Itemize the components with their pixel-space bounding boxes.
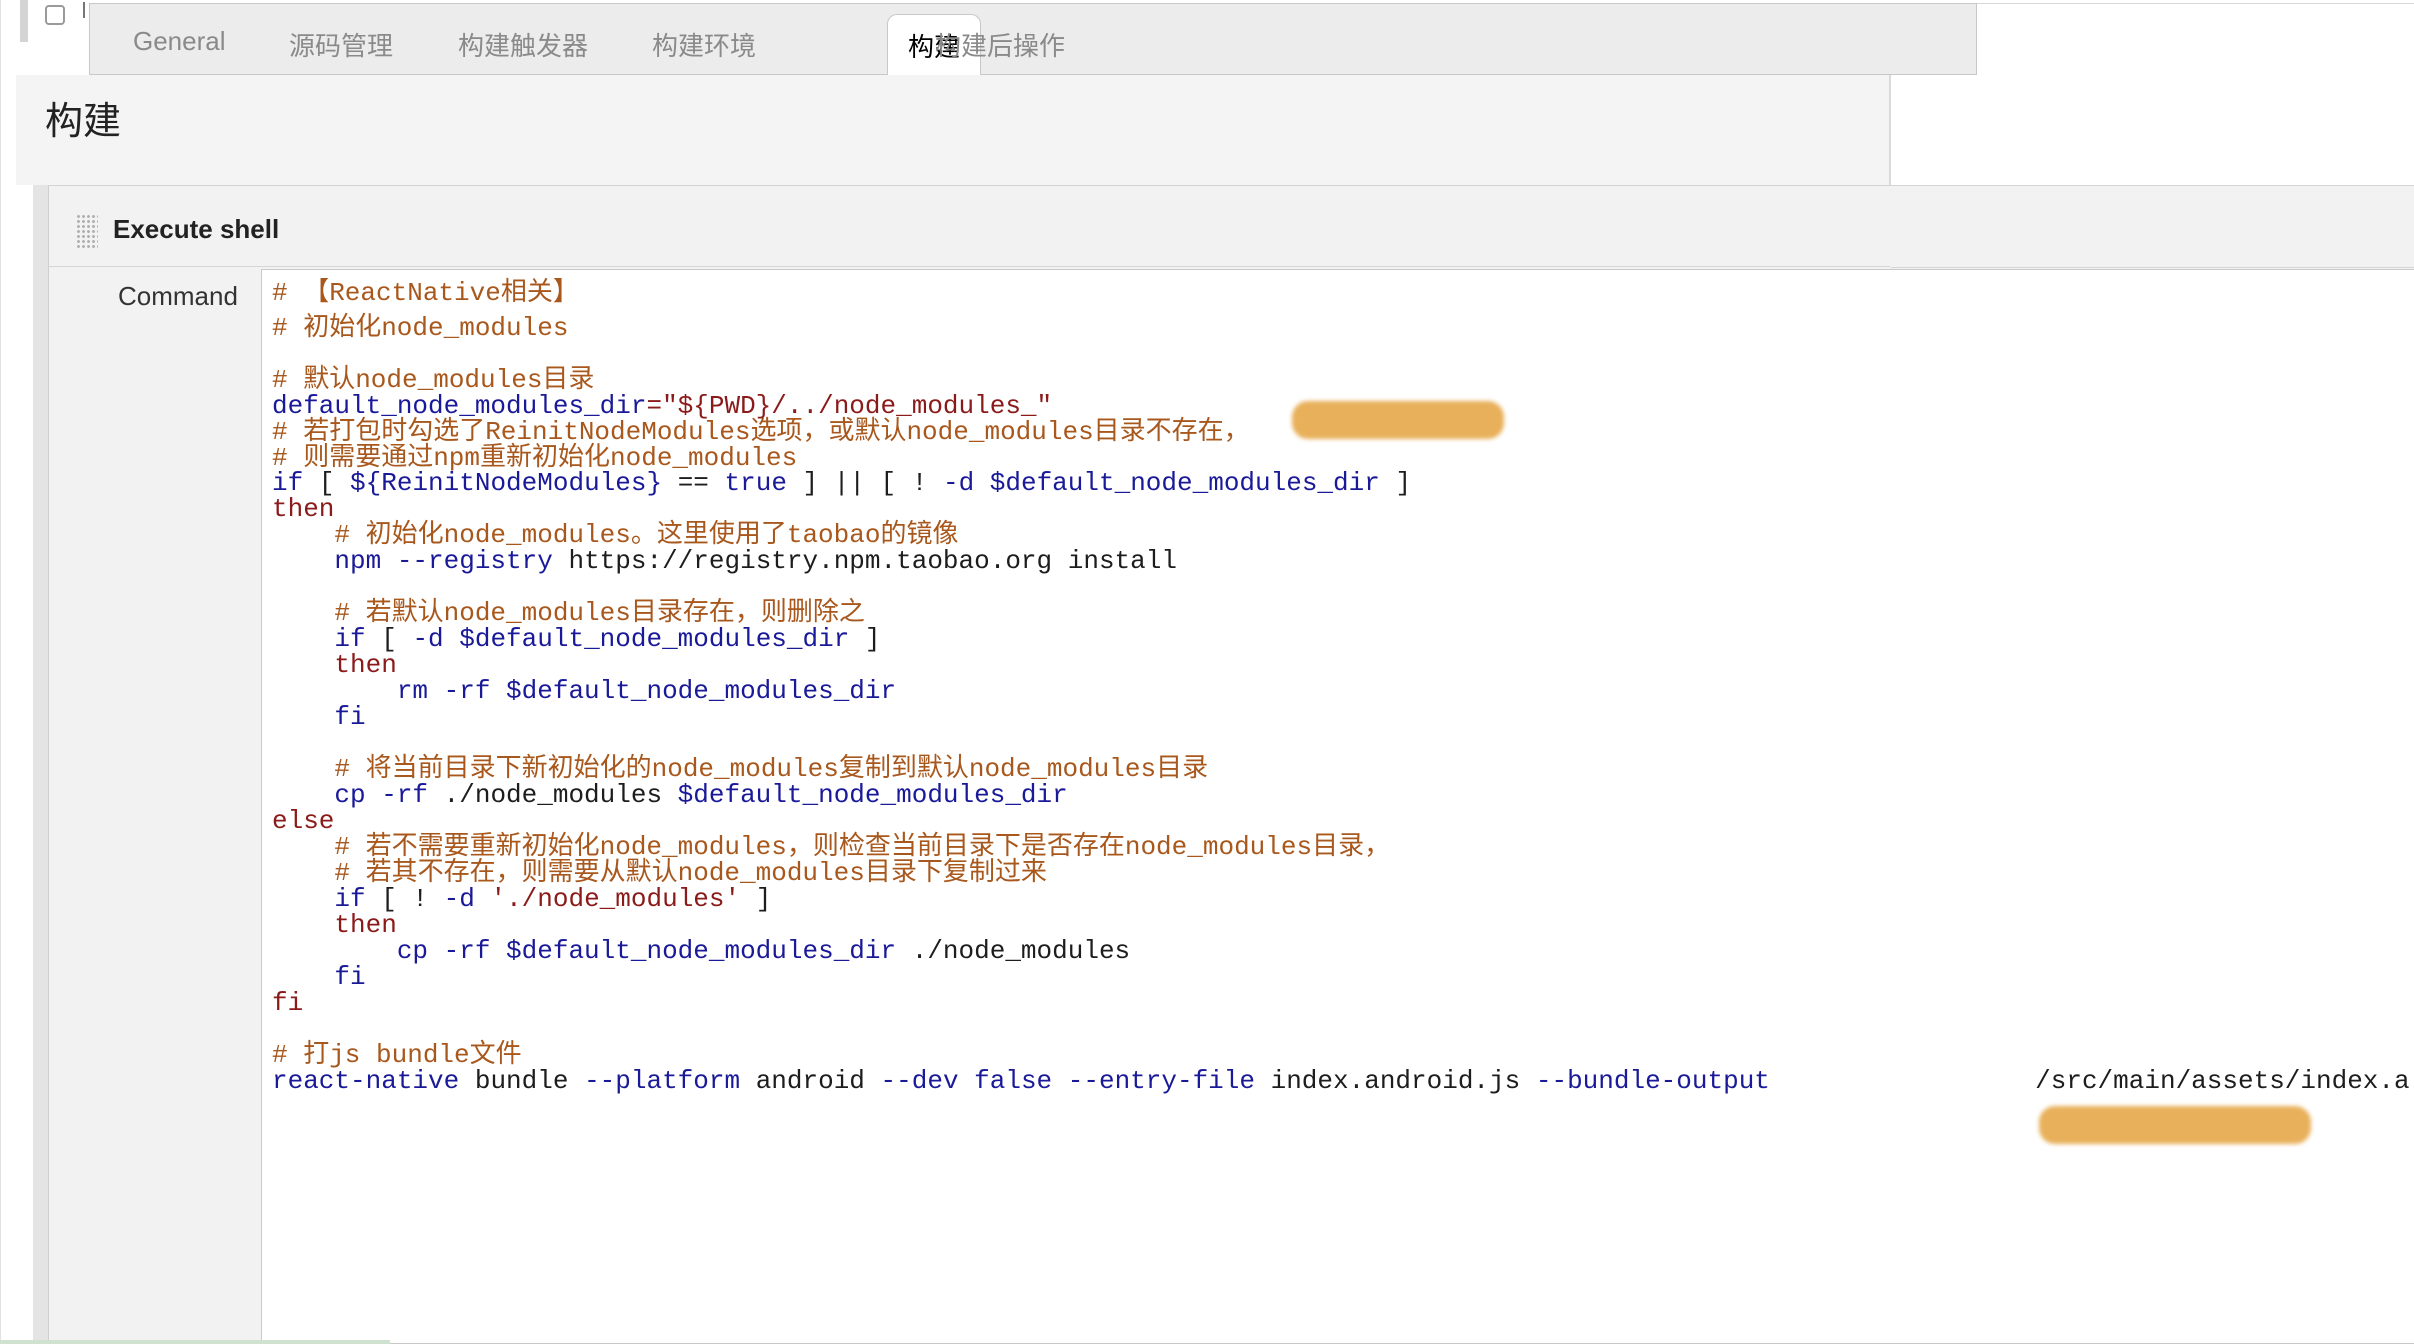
code-token: # 将当前目录下新初始化的node_modules复制到默认node_modul… [272, 754, 1209, 784]
row-checkbox[interactable] [45, 5, 65, 25]
redacted-path [1292, 401, 1504, 439]
code-line: then [272, 910, 397, 940]
code-line: if [ ${ReinitNodeModules} == true ] || [… [272, 470, 1411, 496]
code-token: # 初始化node_modules。这里使用了taobao的镜像 [272, 520, 959, 550]
code-token: index.android.js [1255, 1066, 1536, 1096]
code-token: fi [272, 962, 366, 992]
tab-build-triggers[interactable]: 构建触发器 [458, 26, 588, 63]
row-gutter [20, 0, 28, 42]
code-token: ] [740, 884, 772, 914]
code-token: $default_node_modules_dir [677, 780, 1068, 810]
code-token: then [272, 650, 397, 680]
header-divider [1891, 267, 2414, 268]
code-token: [ ! [365, 884, 444, 914]
code-token: cp -rf $default_node_modules_dir [272, 936, 897, 966]
code-token: https://registry.npm.taobao.org install [552, 546, 1177, 576]
tab-build-environment[interactable]: 构建环境 [652, 26, 756, 63]
code-token: [ [365, 624, 413, 654]
config-tab-bar: General 源码管理 构建触发器 构建环境 构建 构建后操作 [89, 3, 1977, 78]
code-line: # 若打包时勾选了ReinitNodeModules选项，或默认node_mod… [272, 419, 1250, 445]
code-token: " [1036, 391, 1053, 421]
code-line: # 初始化node_modules。这里使用了taobao的镜像 [272, 522, 958, 548]
drag-handle-icon[interactable] [76, 214, 98, 248]
bottom-edge [0, 1340, 390, 1344]
code-token: fi [272, 988, 304, 1018]
code-token: cp -rf [272, 780, 429, 810]
code-token: -d [443, 884, 475, 914]
code-line: react-native bundle --platform android -… [272, 1068, 2410, 1094]
build-section-header [16, 75, 1890, 185]
code-token: react-native [272, 1066, 460, 1096]
code-line: cp -rf $default_node_modules_dir ./node_… [272, 938, 1130, 964]
code-token: rm -rf $default_node_modules_dir [272, 676, 897, 706]
command-textarea[interactable]: react-native bundle --platform android -… [261, 269, 2414, 1344]
code-token: default_node_modules_dir [272, 391, 647, 421]
code-token: ./node_modules [896, 936, 1131, 966]
code-line: fi [272, 962, 366, 992]
code-line: # 打js bundle文件 [272, 1042, 522, 1068]
code-token: android [740, 1066, 881, 1096]
command-label: Command [118, 281, 238, 311]
code-line: rm -rf $default_node_modules_dir [272, 678, 896, 704]
code-token: ="${PWD}/../node_modules_ [646, 391, 1037, 421]
code-token: --platform [584, 1066, 741, 1096]
code-token: then [272, 910, 397, 940]
code-line: else [272, 808, 334, 834]
code-token: if [272, 884, 366, 914]
code-token: # 默认node_modules目录 [272, 365, 595, 395]
code-line: then [272, 496, 334, 522]
code-line: # 默认node_modules目录 [272, 367, 594, 393]
redacted-path [2039, 1106, 2311, 1144]
code-line: # 将当前目录下新初始化的node_modules复制到默认node_modul… [272, 756, 1208, 782]
code-line: npm --registry https://registry.npm.taob… [272, 548, 1177, 574]
code-line: # 若默认node_modules目录存在，则删除之 [272, 598, 865, 628]
build-step-header [48, 185, 1890, 267]
code-token: # 【ReactNative相关】 [272, 278, 579, 308]
tab-source-control[interactable]: 源码管理 [289, 26, 393, 63]
code-line: fi [272, 990, 303, 1016]
step-title: Execute shell [113, 214, 280, 244]
code-token: ] [849, 624, 881, 654]
code-token: bundle [459, 1066, 585, 1096]
code-token: -d $default_node_modules_dir [412, 624, 850, 654]
code-line: fi [272, 702, 366, 732]
code-token: # 若不需要重新初始化node_modules，则检查当前目录下是否存在node… [272, 832, 1391, 862]
code-token: if [272, 624, 366, 654]
code-line: # 则需要通过npm重新初始化node_modules [272, 445, 797, 471]
code-line: # 初始化node_modules [272, 315, 568, 341]
left-border [0, 0, 1, 1344]
code-token: -d $default_node_modules_dir [942, 468, 1380, 498]
code-token: # 若其不存在，则需要从默认node_modules目录下复制过来 [272, 858, 1047, 888]
code-token: --dev false --entry-file [880, 1066, 1255, 1096]
code-token: else [272, 806, 335, 836]
code-token: then [272, 494, 335, 524]
code-line: cp -rf ./node_modules $default_node_modu… [272, 780, 1068, 810]
code-token: ./node_modules [428, 780, 678, 810]
tab-post-build-actions[interactable]: 构建后操作 [935, 26, 1065, 63]
tab-general[interactable]: General [133, 26, 226, 57]
code-token: # 初始化node_modules [272, 313, 569, 343]
code-token: /src/main/assets/index.a [1769, 1066, 2410, 1096]
code-token: # 若打包时勾选了ReinitNodeModules选项，或默认node_mod… [272, 417, 1250, 447]
code-token: './node_modules' [490, 884, 741, 914]
code-token: --bundle-output [1535, 1066, 1770, 1096]
code-token: # 则需要通过npm重新初始化node_modules [272, 443, 798, 473]
code-line: then [272, 650, 397, 680]
top-divider [1977, 3, 2414, 4]
code-token: # 若默认node_modules目录存在，则删除之 [272, 598, 865, 628]
code-token: ] || [ ! [786, 468, 943, 498]
code-line: # 【ReactNative相关】 [272, 280, 579, 306]
code-token: npm --registry [272, 546, 553, 576]
section-title: 构建 [45, 101, 122, 143]
code-line: default_node_modules_dir="${PWD}/../node… [272, 393, 1052, 419]
code-line: if [ ! -d './node_modules' ] [272, 886, 771, 912]
code-line: if [ -d $default_node_modules_dir ] [272, 624, 881, 654]
code-line: # 若不需要重新初始化node_modules，则检查当前目录下是否存在node… [272, 834, 1390, 860]
code-token: fi [272, 702, 366, 732]
code-token: # 打js bundle文件 [272, 1040, 522, 1070]
code-token: ] [1379, 468, 1412, 498]
code-line: # 若其不存在，则需要从默认node_modules目录下复制过来 [272, 858, 1047, 888]
